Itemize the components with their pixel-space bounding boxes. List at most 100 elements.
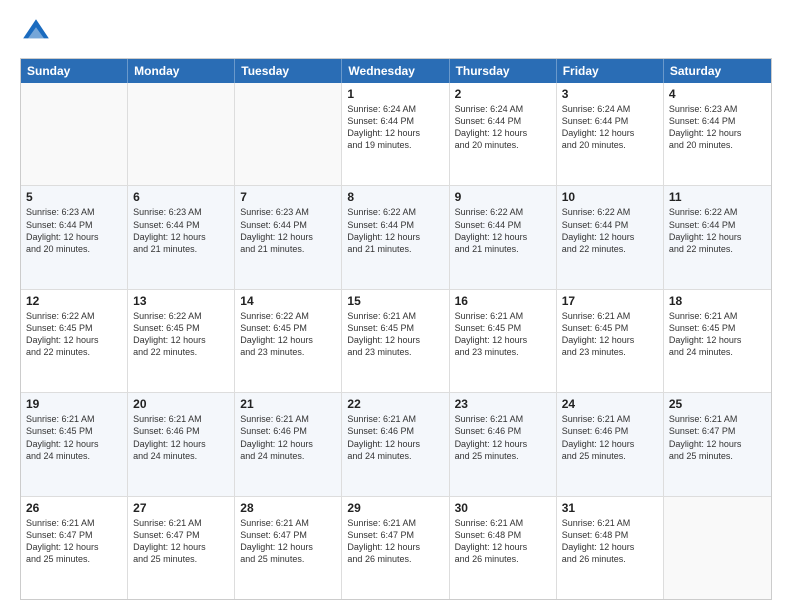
day-info: Sunrise: 6:22 AM Sunset: 6:45 PM Dayligh… — [26, 310, 122, 359]
day-number: 12 — [26, 294, 122, 308]
day-number: 15 — [347, 294, 443, 308]
day-info: Sunrise: 6:21 AM Sunset: 6:45 PM Dayligh… — [347, 310, 443, 359]
day-number: 27 — [133, 501, 229, 515]
day-info: Sunrise: 6:21 AM Sunset: 6:47 PM Dayligh… — [26, 517, 122, 566]
day-info: Sunrise: 6:21 AM Sunset: 6:47 PM Dayligh… — [240, 517, 336, 566]
day-cell-4: 4Sunrise: 6:23 AM Sunset: 6:44 PM Daylig… — [664, 83, 771, 185]
calendar-header: SundayMondayTuesdayWednesdayThursdayFrid… — [21, 59, 771, 83]
day-number: 23 — [455, 397, 551, 411]
day-cell-12: 12 Sunrise: 6:22 AM Sunset: 6:45 PM Dayli… — [21, 290, 128, 392]
day-cell-28: 28 Sunrise: 6:21 AM Sunset: 6:47 PM Dayli… — [235, 497, 342, 599]
day-cell-13: 13 Sunrise: 6:22 AM Sunset: 6:45 PM Dayli… — [128, 290, 235, 392]
header-day-tuesday: Tuesday — [235, 59, 342, 83]
day-cell-5: 5 Sunrise: 6:23 AM Sunset: 6:44 PM Daylig… — [21, 186, 128, 288]
day-info: Sunrise: 6:23 AM Sunset: 6:44 PM Dayligh… — [240, 206, 336, 255]
day-cell-10: 10 Sunrise: 6:22 AM Sunset: 6:44 PM Dayli… — [557, 186, 664, 288]
day-number: 31 — [562, 501, 658, 515]
day-cell-19: 19 Sunrise: 6:21 AM Sunset: 6:45 PM Dayli… — [21, 393, 128, 495]
day-number: 21 — [240, 397, 336, 411]
day-cell-16: 16 Sunrise: 6:21 AM Sunset: 6:45 PM Dayli… — [450, 290, 557, 392]
day-number: 22 — [347, 397, 443, 411]
header-day-wednesday: Wednesday — [342, 59, 449, 83]
day-cell-1: 1Sunrise: 6:24 AM Sunset: 6:44 PM Daylig… — [342, 83, 449, 185]
day-number: 10 — [562, 190, 658, 204]
day-info: Sunrise: 6:21 AM Sunset: 6:47 PM Dayligh… — [347, 517, 443, 566]
header-day-sunday: Sunday — [21, 59, 128, 83]
day-number: 3 — [562, 87, 658, 101]
day-number: 18 — [669, 294, 766, 308]
calendar: SundayMondayTuesdayWednesdayThursdayFrid… — [20, 58, 772, 600]
week-row-5: 26 Sunrise: 6:21 AM Sunset: 6:47 PM Dayli… — [21, 496, 771, 599]
day-info: Sunrise: 6:21 AM Sunset: 6:46 PM Dayligh… — [240, 413, 336, 462]
day-number: 9 — [455, 190, 551, 204]
day-number: 16 — [455, 294, 551, 308]
day-info: Sunrise: 6:22 AM Sunset: 6:44 PM Dayligh… — [347, 206, 443, 255]
day-info: Sunrise: 6:21 AM Sunset: 6:46 PM Dayligh… — [133, 413, 229, 462]
day-info: Sunrise: 6:22 AM Sunset: 6:44 PM Dayligh… — [562, 206, 658, 255]
day-info: Sunrise: 6:21 AM Sunset: 6:46 PM Dayligh… — [455, 413, 551, 462]
day-number: 8 — [347, 190, 443, 204]
header-day-monday: Monday — [128, 59, 235, 83]
empty-cell — [235, 83, 342, 185]
day-cell-11: 11 Sunrise: 6:22 AM Sunset: 6:44 PM Dayli… — [664, 186, 771, 288]
day-cell-18: 18 Sunrise: 6:21 AM Sunset: 6:45 PM Dayli… — [664, 290, 771, 392]
day-cell-29: 29 Sunrise: 6:21 AM Sunset: 6:47 PM Dayli… — [342, 497, 449, 599]
day-cell-8: 8 Sunrise: 6:22 AM Sunset: 6:44 PM Daylig… — [342, 186, 449, 288]
day-number: 7 — [240, 190, 336, 204]
day-cell-9: 9 Sunrise: 6:22 AM Sunset: 6:44 PM Daylig… — [450, 186, 557, 288]
header-day-friday: Friday — [557, 59, 664, 83]
week-row-3: 12 Sunrise: 6:22 AM Sunset: 6:45 PM Dayli… — [21, 289, 771, 392]
day-info: Sunrise: 6:21 AM Sunset: 6:45 PM Dayligh… — [455, 310, 551, 359]
header — [20, 16, 772, 48]
day-cell-31: 31Sunrise: 6:21 AM Sunset: 6:48 PM Dayli… — [557, 497, 664, 599]
day-cell-26: 26 Sunrise: 6:21 AM Sunset: 6:47 PM Dayli… — [21, 497, 128, 599]
day-number: 14 — [240, 294, 336, 308]
header-day-thursday: Thursday — [450, 59, 557, 83]
page: SundayMondayTuesdayWednesdayThursdayFrid… — [0, 0, 792, 612]
day-cell-20: 20 Sunrise: 6:21 AM Sunset: 6:46 PM Dayli… — [128, 393, 235, 495]
day-number: 28 — [240, 501, 336, 515]
header-day-saturday: Saturday — [664, 59, 771, 83]
day-number: 26 — [26, 501, 122, 515]
day-number: 6 — [133, 190, 229, 204]
day-info: Sunrise: 6:21 AM Sunset: 6:45 PM Dayligh… — [669, 310, 766, 359]
day-info: Sunrise: 6:23 AM Sunset: 6:44 PM Dayligh… — [133, 206, 229, 255]
empty-cell — [664, 497, 771, 599]
day-info: Sunrise: 6:22 AM Sunset: 6:44 PM Dayligh… — [669, 206, 766, 255]
day-info: Sunrise: 6:21 AM Sunset: 6:48 PM Dayligh… — [455, 517, 551, 566]
day-info: Sunrise: 6:21 AM Sunset: 6:46 PM Dayligh… — [562, 413, 658, 462]
day-number: 29 — [347, 501, 443, 515]
day-info: Sunrise: 6:23 AM Sunset: 6:44 PM Dayligh… — [669, 103, 766, 152]
day-number: 5 — [26, 190, 122, 204]
week-row-4: 19 Sunrise: 6:21 AM Sunset: 6:45 PM Dayli… — [21, 392, 771, 495]
day-number: 25 — [669, 397, 766, 411]
day-info: Sunrise: 6:23 AM Sunset: 6:44 PM Dayligh… — [26, 206, 122, 255]
day-info: Sunrise: 6:24 AM Sunset: 6:44 PM Dayligh… — [347, 103, 443, 152]
day-info: Sunrise: 6:21 AM Sunset: 6:45 PM Dayligh… — [26, 413, 122, 462]
day-cell-14: 14Sunrise: 6:22 AM Sunset: 6:45 PM Dayli… — [235, 290, 342, 392]
day-number: 24 — [562, 397, 658, 411]
day-info: Sunrise: 6:22 AM Sunset: 6:45 PM Dayligh… — [133, 310, 229, 359]
day-cell-21: 21 Sunrise: 6:21 AM Sunset: 6:46 PM Dayli… — [235, 393, 342, 495]
day-number: 11 — [669, 190, 766, 204]
day-cell-22: 22 Sunrise: 6:21 AM Sunset: 6:46 PM Dayli… — [342, 393, 449, 495]
day-cell-27: 27Sunrise: 6:21 AM Sunset: 6:47 PM Dayli… — [128, 497, 235, 599]
day-cell-17: 17Sunrise: 6:21 AM Sunset: 6:45 PM Dayli… — [557, 290, 664, 392]
day-number: 2 — [455, 87, 551, 101]
logo-icon — [20, 16, 52, 48]
day-cell-2: 2 Sunrise: 6:24 AM Sunset: 6:44 PM Daylig… — [450, 83, 557, 185]
day-number: 20 — [133, 397, 229, 411]
day-info: Sunrise: 6:24 AM Sunset: 6:44 PM Dayligh… — [455, 103, 551, 152]
day-cell-24: 24 Sunrise: 6:21 AM Sunset: 6:46 PM Dayli… — [557, 393, 664, 495]
day-cell-6: 6 Sunrise: 6:23 AM Sunset: 6:44 PM Daylig… — [128, 186, 235, 288]
day-info: Sunrise: 6:22 AM Sunset: 6:44 PM Dayligh… — [455, 206, 551, 255]
day-cell-15: 15 Sunrise: 6:21 AM Sunset: 6:45 PM Dayli… — [342, 290, 449, 392]
day-cell-7: 7 Sunrise: 6:23 AM Sunset: 6:44 PM Daylig… — [235, 186, 342, 288]
week-row-2: 5 Sunrise: 6:23 AM Sunset: 6:44 PM Daylig… — [21, 185, 771, 288]
day-number: 13 — [133, 294, 229, 308]
empty-cell — [21, 83, 128, 185]
day-info: Sunrise: 6:21 AM Sunset: 6:46 PM Dayligh… — [347, 413, 443, 462]
day-number: 19 — [26, 397, 122, 411]
empty-cell — [128, 83, 235, 185]
day-info: Sunrise: 6:24 AM Sunset: 6:44 PM Dayligh… — [562, 103, 658, 152]
